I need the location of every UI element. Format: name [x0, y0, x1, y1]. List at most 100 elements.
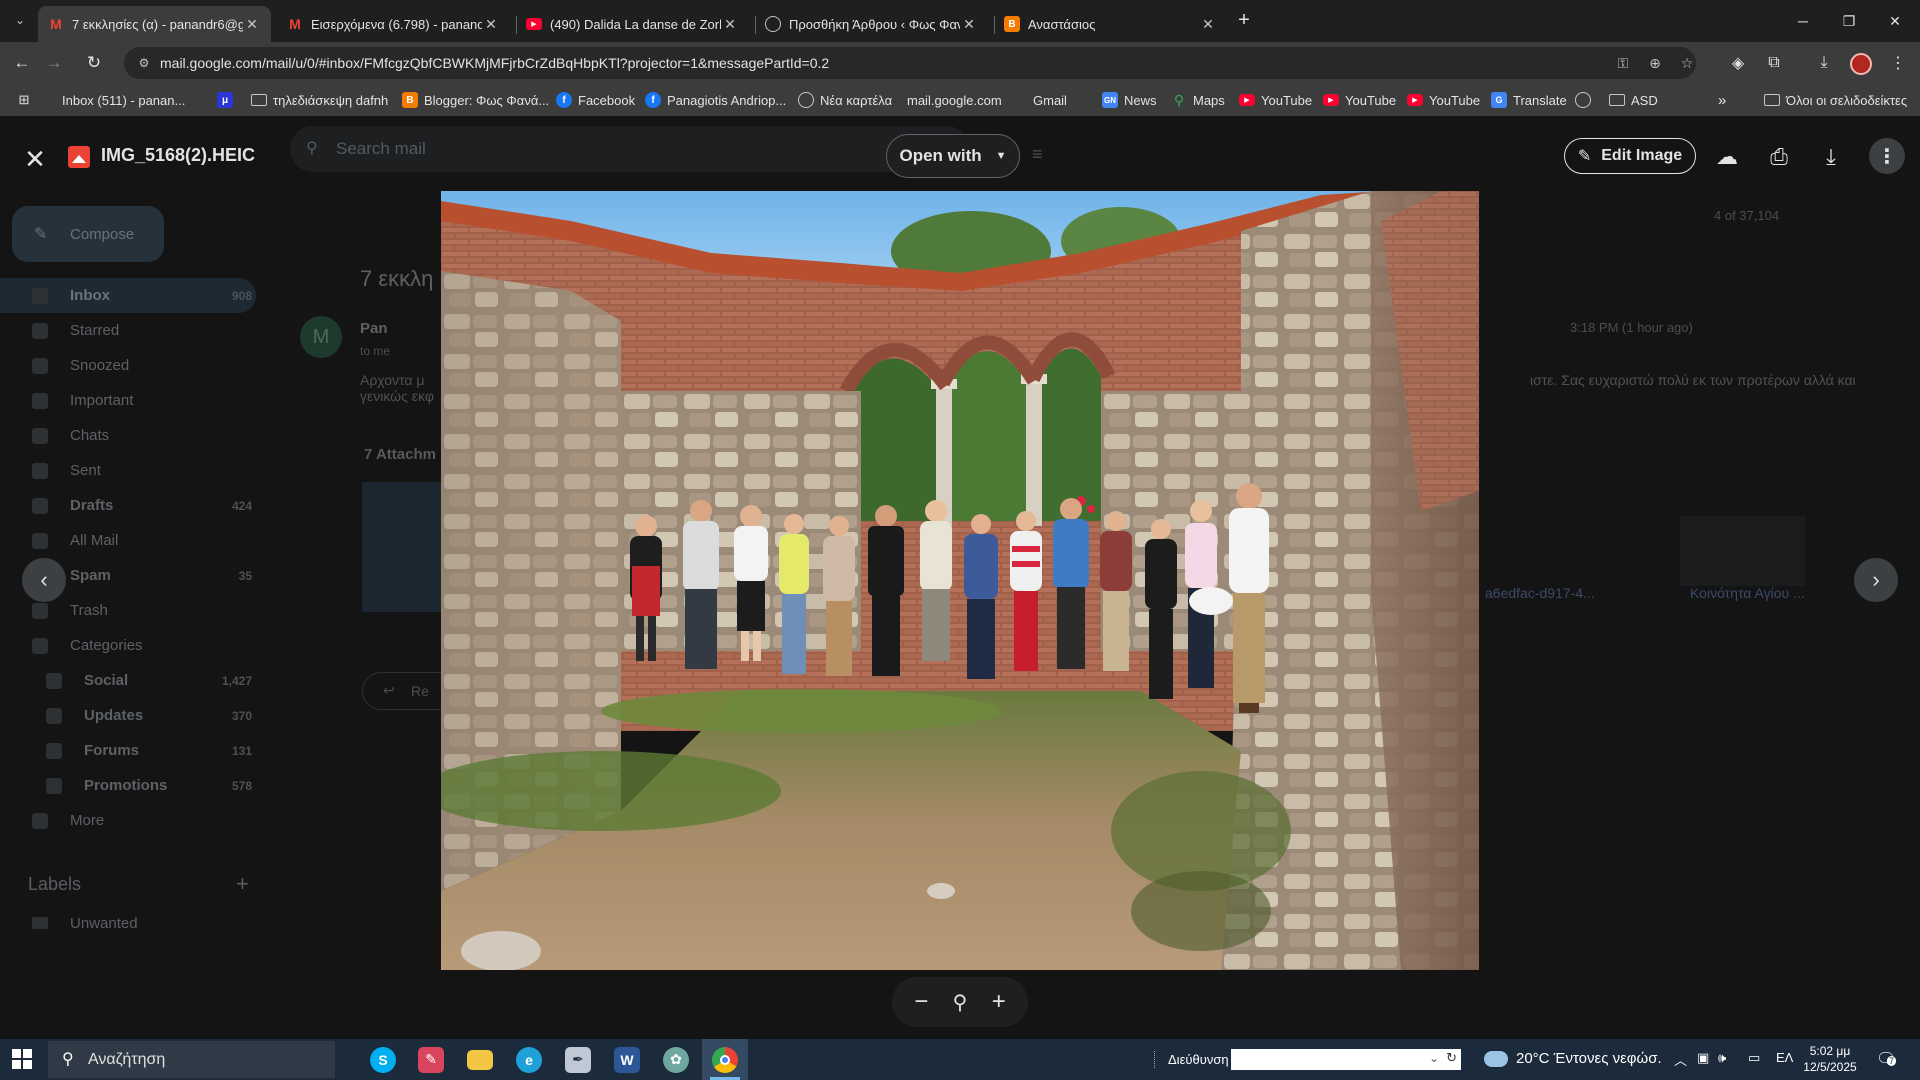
close-tab-icon[interactable]: ✕: [721, 16, 739, 33]
word-app[interactable]: W: [604, 1039, 650, 1080]
chrome-app[interactable]: [702, 1039, 748, 1080]
edit-image-button[interactable]: ✎ Edit Image: [1564, 138, 1696, 174]
tab-gmail-churches[interactable]: M 7 εκκλησίες (α) - panandr6@gmail.com ✕: [38, 6, 271, 42]
network-icon[interactable]: ▭: [1748, 1050, 1760, 1066]
bookmark-facebook[interactable]: f Facebook: [556, 90, 635, 110]
bookmarks-overflow-icon[interactable]: »: [1718, 90, 1726, 110]
chat-icon: [32, 428, 48, 444]
new-tab-button[interactable]: +: [1232, 9, 1256, 33]
forward-button[interactable]: →: [40, 49, 68, 77]
chrome-menu-icon[interactable]: ⋮: [1884, 49, 1912, 77]
attachment-name: Κοινότητα Αγίου ...: [1690, 585, 1805, 601]
bookmark-label: Νέα καρτέλα: [820, 92, 893, 108]
input-language[interactable]: ΕΛ: [1776, 1050, 1793, 1065]
back-button[interactable]: ←: [8, 49, 36, 77]
reload-button[interactable]: ↻: [80, 49, 108, 77]
label-name: Unwanted: [70, 915, 138, 932]
all-bookmarks[interactable]: Όλοι οι σελιδοδείκτες: [1764, 90, 1907, 110]
bookmark-mu[interactable]: μ: [217, 90, 239, 110]
restore-button[interactable]: ❐: [1826, 0, 1872, 42]
sender-avatar: M: [300, 316, 342, 358]
bookmark-maps[interactable]: ⚲ Maps: [1171, 90, 1225, 110]
bookmark-panagiotis[interactable]: f Panagiotis Andriop...: [645, 90, 786, 110]
tab-gmail-inbox[interactable]: M Εισερχόμενα (6.798) - panandr6 ✕: [277, 6, 510, 42]
blogger-icon: B: [402, 92, 418, 108]
meet-now-icon[interactable]: ▣: [1697, 1050, 1709, 1066]
address-toolbar-input[interactable]: ⌄ ↻: [1231, 1049, 1461, 1070]
puzzle-extensions-icon[interactable]: ⧉: [1760, 49, 1788, 77]
zoom-reset-icon[interactable]: ⚲: [953, 990, 968, 1015]
tab-youtube-dalida[interactable]: ▶ (490) Dalida La danse de Zorba ✕: [516, 6, 749, 42]
inbox-icon: [32, 288, 48, 304]
photos-app[interactable]: ✿: [653, 1039, 699, 1080]
paint-app[interactable]: ✎: [408, 1039, 454, 1080]
add-to-drive-icon[interactable]: ☁: [1712, 142, 1742, 172]
nav-sent: Sent: [0, 453, 256, 488]
windows-start-icon[interactable]: [12, 1049, 32, 1069]
bookmark-inbox[interactable]: MInbox (511) - panan...: [62, 90, 185, 222]
profile-avatar[interactable]: [1850, 53, 1872, 75]
tab-search-button[interactable]: ⌄: [8, 8, 32, 32]
bookmark-youtube-1[interactable]: ▶ YouTube: [1239, 90, 1312, 110]
close-viewer-icon[interactable]: ✕: [20, 144, 50, 174]
labels-heading: Labels: [28, 874, 82, 894]
tag-icon: [46, 778, 62, 794]
close-tab-icon[interactable]: ✕: [243, 16, 261, 33]
viewer-photo: [441, 191, 1479, 970]
previous-image-button[interactable]: ‹: [22, 558, 66, 602]
next-image-button[interactable]: ›: [1854, 558, 1898, 602]
zoom-icon[interactable]: ⊕: [1644, 52, 1666, 74]
dropdown-arrow-icon[interactable]: ⌄: [1429, 1051, 1439, 1065]
bookmark-new-tab[interactable]: Νέα καρτέλα: [798, 90, 892, 110]
edge-app[interactable]: e: [506, 1039, 552, 1080]
compose-label: Compose: [70, 225, 135, 243]
skype-app[interactable]: S: [360, 1039, 406, 1080]
close-tab-icon[interactable]: ✕: [1199, 16, 1217, 33]
key-icon[interactable]: ⚿: [1612, 52, 1634, 74]
bookmark-translate[interactable]: G Translate: [1491, 90, 1567, 110]
quill-icon: ✒: [565, 1046, 591, 1073]
tab-add-article[interactable]: Προσθήκη Άρθρου ‹ Φως Φανάρι ✕: [755, 6, 988, 42]
bookmark-folder-dafnh[interactable]: τηλεδιάσκεψη dafnh: [251, 90, 388, 110]
close-window-button[interactable]: ✕: [1872, 0, 1918, 42]
taskbar-search-box[interactable]: ⚲ Αναζήτηση: [48, 1041, 335, 1078]
bookmark-gmail[interactable]: MGmail: [1033, 90, 1067, 222]
bookmark-news[interactable]: GN News: [1102, 90, 1157, 110]
minimize-button[interactable]: ─: [1780, 0, 1826, 42]
bookmark-label: News: [1124, 92, 1157, 108]
go-refresh-icon[interactable]: ↻: [1446, 1050, 1457, 1066]
bookmark-globe[interactable]: [1575, 90, 1597, 110]
zoom-in-icon[interactable]: +: [992, 988, 1006, 1016]
youtube-icon: ▶: [526, 18, 542, 30]
address-bar[interactable]: ⚙ mail.google.com/mail/u/0/#inbox/FMfcgz…: [124, 47, 1696, 79]
extension-icon[interactable]: ◈: [1724, 49, 1752, 77]
downloads-icon[interactable]: ⤓: [1810, 49, 1838, 77]
bookmark-blogger[interactable]: B Blogger: Φως Φανά...: [402, 90, 549, 110]
system-clock[interactable]: 5:02 μμ 12/5/2025: [1800, 1043, 1860, 1075]
download-icon[interactable]: ⤓: [1816, 142, 1846, 172]
mu-icon: μ: [217, 92, 233, 108]
file-explorer-app[interactable]: [457, 1039, 503, 1080]
close-tab-icon[interactable]: ✕: [482, 16, 500, 33]
more-options-icon[interactable]: ⋮: [1869, 138, 1905, 174]
writer-app[interactable]: ✒: [555, 1039, 601, 1080]
print-icon[interactable]: ⎙: [1764, 142, 1794, 172]
notification-center-icon[interactable]: 🗨 7: [1876, 1049, 1900, 1069]
nav-label: Trash: [70, 602, 108, 619]
speaker-icon[interactable]: 🕪: [1718, 1050, 1726, 1066]
close-tab-icon[interactable]: ✕: [960, 16, 978, 33]
show-hidden-icons[interactable]: ︿: [1674, 1050, 1687, 1069]
bookmark-label: YouTube: [1345, 92, 1397, 108]
site-info-icon[interactable]: ⚙: [128, 56, 160, 70]
apps-grid-icon[interactable]: ⊞: [16, 90, 38, 110]
star-bookmark-icon[interactable]: ☆: [1676, 52, 1698, 74]
bookmark-asd[interactable]: ASD: [1609, 90, 1658, 110]
weather-widget[interactable]: 20°C Έντονες νεφώσ.: [1484, 1050, 1662, 1067]
bookmark-youtube-2[interactable]: ▶ YouTube: [1323, 90, 1396, 110]
bookmark-mail-google[interactable]: Mmail.google.com: [907, 90, 1002, 222]
nav-label: Promotions: [84, 777, 168, 794]
bookmark-youtube-3[interactable]: ▶ YouTube: [1407, 90, 1480, 110]
tab-anastasios[interactable]: B Αναστάσιος ✕: [994, 6, 1227, 42]
open-with-button[interactable]: Open with ▼: [886, 134, 1020, 178]
zoom-out-icon[interactable]: −: [914, 988, 928, 1016]
